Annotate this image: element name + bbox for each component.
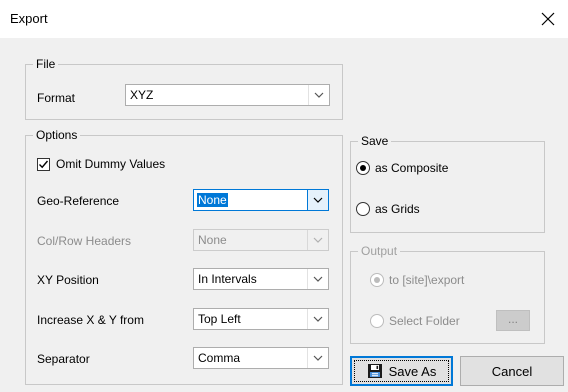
file-group-label: File: [33, 57, 59, 71]
save-group-label: Save: [358, 134, 392, 148]
col-row-headers-select[interactable]: None: [193, 229, 329, 251]
save-group: Save: [350, 134, 545, 233]
omit-dummy-label: Omit Dummy Values: [56, 157, 166, 171]
chevron-down-icon: [313, 316, 323, 322]
cancel-label: Cancel: [491, 363, 533, 379]
geo-reference-value: None: [197, 193, 228, 207]
title-bar: Export: [0, 0, 568, 38]
as-composite-radio[interactable]: [356, 161, 370, 175]
close-button[interactable]: [528, 0, 568, 38]
radio-selected-dot: [360, 165, 366, 171]
xy-position-select[interactable]: In Intervals: [193, 268, 329, 290]
as-grids-radio[interactable]: [356, 202, 370, 216]
options-group-label: Options: [33, 128, 81, 142]
increase-select[interactable]: Top Left: [193, 308, 329, 330]
close-icon: [541, 12, 555, 26]
chevron-down-icon: [313, 197, 323, 203]
col-row-headers-dropdown-button[interactable]: [307, 230, 328, 250]
chevron-down-icon: [313, 355, 323, 361]
format-select[interactable]: XYZ: [125, 84, 330, 106]
select-folder-radio[interactable]: [370, 314, 384, 328]
save-as-button[interactable]: Save As: [350, 356, 453, 386]
separator-label: Separator: [37, 352, 90, 366]
col-row-headers-label: Col/Row Headers: [37, 234, 132, 248]
chevron-down-icon: [314, 92, 324, 98]
omit-dummy-checkbox[interactable]: [37, 158, 50, 171]
format-label: Format: [37, 91, 76, 105]
xy-position-label: XY Position: [37, 273, 99, 287]
window-title: Export: [10, 11, 48, 26]
increase-value: Top Left: [198, 312, 241, 326]
browse-button-label: ...: [507, 311, 518, 326]
increase-dropdown-button[interactable]: [307, 309, 328, 329]
xy-position-value: In Intervals: [198, 272, 257, 286]
focus-ring: [354, 360, 449, 382]
geo-reference-dropdown-button[interactable]: [307, 189, 329, 211]
geo-reference-label: Geo-Reference: [37, 194, 120, 208]
geo-reference-select[interactable]: None: [193, 189, 329, 211]
xy-position-dropdown-button[interactable]: [307, 269, 328, 289]
checkmark-icon: [39, 160, 49, 169]
as-grids-label: as Grids: [375, 202, 420, 216]
radio-selected-dot: [374, 277, 380, 283]
increase-label: Increase X & Y from: [37, 313, 144, 327]
col-row-headers-value: None: [198, 233, 227, 247]
separator-select[interactable]: Comma: [193, 347, 329, 369]
cancel-button[interactable]: Cancel: [460, 356, 564, 386]
browse-button[interactable]: ...: [496, 310, 530, 331]
select-folder-label: Select Folder: [389, 314, 460, 328]
chevron-down-icon: [313, 276, 323, 282]
as-composite-label: as Composite: [375, 161, 449, 175]
export-folder-radio[interactable]: [370, 273, 384, 287]
export-folder-label: to [site]\export: [389, 273, 465, 287]
chevron-down-icon: [313, 237, 323, 243]
separator-dropdown-button[interactable]: [307, 348, 328, 368]
output-group-label: Output: [358, 244, 401, 258]
format-value: XYZ: [130, 88, 154, 102]
format-dropdown-button[interactable]: [308, 85, 329, 105]
separator-value: Comma: [198, 351, 241, 365]
